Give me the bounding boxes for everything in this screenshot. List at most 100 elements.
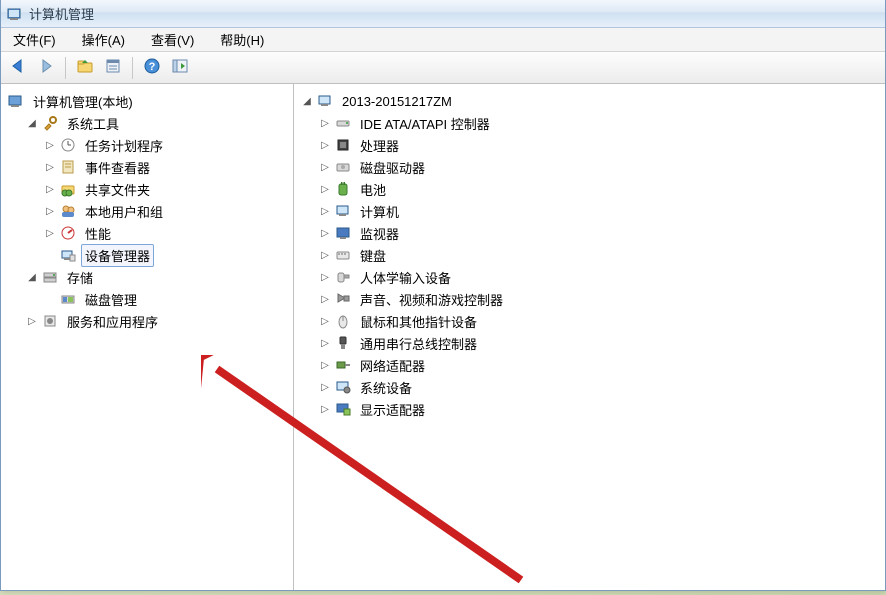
expander-closed-icon[interactable]: ▷ — [318, 204, 332, 218]
tree-label: 网络适配器 — [356, 354, 429, 377]
expander-closed-icon[interactable]: ▷ — [43, 138, 57, 152]
shared-folder-icon — [59, 180, 77, 198]
device-item[interactable]: ▷ 网络适配器 — [296, 354, 883, 376]
expander-open-icon[interactable]: ◢ — [25, 116, 39, 130]
device-item[interactable]: ▷ 鼠标和其他指针设备 — [296, 310, 883, 332]
tools-icon — [41, 114, 59, 132]
tree-event-viewer[interactable]: ▷ 事件查看器 — [3, 156, 291, 178]
properties-button[interactable] — [100, 55, 126, 81]
expander-closed-icon[interactable]: ▷ — [318, 248, 332, 262]
menu-help[interactable]: 帮助(H) — [214, 28, 270, 51]
tree-label: 服务和应用程序 — [63, 310, 162, 333]
expander-closed-icon[interactable]: ▷ — [318, 160, 332, 174]
app-icon — [7, 6, 23, 22]
menu-file[interactable]: 文件(F) — [7, 28, 62, 51]
tree-label: 存储 — [63, 266, 97, 289]
expander-closed-icon[interactable]: ▷ — [318, 226, 332, 240]
storage-icon — [41, 268, 59, 286]
expander-open-icon[interactable]: ◢ — [25, 270, 39, 284]
expander-closed-icon[interactable]: ▷ — [43, 182, 57, 196]
help-button[interactable]: ? — [139, 55, 165, 81]
menubar: 文件(F) 操作(A) 查看(V) 帮助(H) — [1, 28, 885, 52]
expander-closed-icon[interactable]: ▷ — [318, 292, 332, 306]
menu-view[interactable]: 查看(V) — [145, 28, 200, 51]
tree-services-apps[interactable]: ▷ 服务和应用程序 — [3, 310, 291, 332]
tree-local-users[interactable]: ▷ 本地用户和组 — [3, 200, 291, 222]
tree-label: 性能 — [81, 222, 115, 245]
tree-label: 磁盘驱动器 — [356, 156, 429, 179]
device-item[interactable]: ▷通用串行总线控制器 — [296, 332, 883, 354]
expander-closed-icon[interactable]: ▷ — [43, 226, 57, 240]
menu-action[interactable]: 操作(A) — [76, 28, 131, 51]
tree-device-manager[interactable]: ▷ 设备管理器 — [3, 244, 291, 266]
device-item[interactable]: ▷ 人体学输入设备 — [296, 266, 883, 288]
expander-closed-icon[interactable]: ▷ — [318, 116, 332, 130]
ide-controller-icon — [334, 114, 352, 132]
tree-label: 显示适配器 — [356, 398, 429, 421]
tree-label: 任务计划程序 — [81, 134, 167, 157]
tree-storage[interactable]: ◢ 存储 — [3, 266, 291, 288]
expander-closed-icon[interactable]: ▷ — [318, 138, 332, 152]
display-adapter-icon — [334, 400, 352, 418]
device-item[interactable]: ▷系统设备 — [296, 376, 883, 398]
device-item[interactable]: ▷ 键盘 — [296, 244, 883, 266]
disk-icon — [59, 290, 77, 308]
device-item[interactable]: ▷计算机 — [296, 200, 883, 222]
tree-label: 监视器 — [356, 222, 403, 245]
tree-label: 鼠标和其他指针设备 — [356, 310, 481, 333]
folder-up-icon — [76, 57, 94, 78]
expander-closed-icon[interactable]: ▷ — [43, 204, 57, 218]
tree-label: 磁盘管理 — [81, 288, 141, 311]
expander-closed-icon[interactable]: ▷ — [318, 336, 332, 350]
computer-management-window: 计算机管理 文件(F) 操作(A) 查看(V) 帮助(H) ? — [0, 0, 886, 591]
expander-closed-icon[interactable]: ▷ — [318, 314, 332, 328]
properties-icon — [104, 57, 122, 78]
keyboard-icon — [334, 246, 352, 264]
processor-icon — [334, 136, 352, 154]
expander-closed-icon[interactable]: ▷ — [318, 270, 332, 284]
left-tree-pane: 计算机管理(本地) ◢ 系统工具 ▷ 任务计划程序 ▷ — [1, 84, 294, 590]
expander-closed-icon[interactable]: ▷ — [43, 160, 57, 174]
tree-shared-folders[interactable]: ▷ 共享文件夹 — [3, 178, 291, 200]
expander-closed-icon[interactable]: ▷ — [318, 358, 332, 372]
device-item[interactable]: ▷ 显示适配器 — [296, 398, 883, 420]
device-item[interactable]: ▷处理器 — [296, 134, 883, 156]
device-item[interactable]: ▷ IDE ATA/ATAPI 控制器 — [296, 112, 883, 134]
users-icon — [59, 202, 77, 220]
device-root[interactable]: ◢ 2013-20151217ZM — [296, 90, 883, 112]
expander-closed-icon[interactable]: ▷ — [318, 402, 332, 416]
panel-icon — [171, 57, 189, 78]
titlebar: 计算机管理 — [1, 0, 885, 28]
tree-label: 共享文件夹 — [81, 178, 154, 201]
tree-task-scheduler[interactable]: ▷ 任务计划程序 — [3, 134, 291, 156]
expander-closed-icon[interactable]: ▷ — [318, 380, 332, 394]
device-item[interactable]: ▷ 磁盘驱动器 — [296, 156, 883, 178]
back-button[interactable] — [5, 55, 31, 81]
tree-label: 键盘 — [356, 244, 390, 267]
tree-label: IDE ATA/ATAPI 控制器 — [356, 112, 494, 135]
expander-open-icon[interactable]: ◢ — [300, 94, 314, 108]
tree-system-tools[interactable]: ◢ 系统工具 — [3, 112, 291, 134]
device-item[interactable]: ▷声音、视频和游戏控制器 — [296, 288, 883, 310]
up-button[interactable] — [72, 55, 98, 81]
tree-disk-management[interactable]: ▷ 磁盘管理 — [3, 288, 291, 310]
tree-label: 设备管理器 — [81, 244, 154, 267]
tree-performance[interactable]: ▷ 性能 — [3, 222, 291, 244]
show-hide-button[interactable] — [167, 55, 193, 81]
tree-root-local[interactable]: 计算机管理(本地) — [3, 90, 291, 112]
performance-icon — [59, 224, 77, 242]
tree-label: 事件查看器 — [81, 156, 154, 179]
expander-closed-icon[interactable]: ▷ — [25, 314, 39, 328]
device-item[interactable]: ▷ 监视器 — [296, 222, 883, 244]
battery-icon — [334, 180, 352, 198]
system-device-icon — [334, 378, 352, 396]
sound-icon — [334, 290, 352, 308]
forward-button[interactable] — [33, 55, 59, 81]
computer-icon — [334, 202, 352, 220]
window-title: 计算机管理 — [29, 4, 94, 23]
toolbar-separator — [65, 57, 66, 79]
tree-label: 2013-20151217ZM — [338, 92, 456, 111]
device-item[interactable]: ▷电池 — [296, 178, 883, 200]
expander-closed-icon[interactable]: ▷ — [318, 182, 332, 196]
tree-label: 人体学输入设备 — [356, 266, 455, 289]
